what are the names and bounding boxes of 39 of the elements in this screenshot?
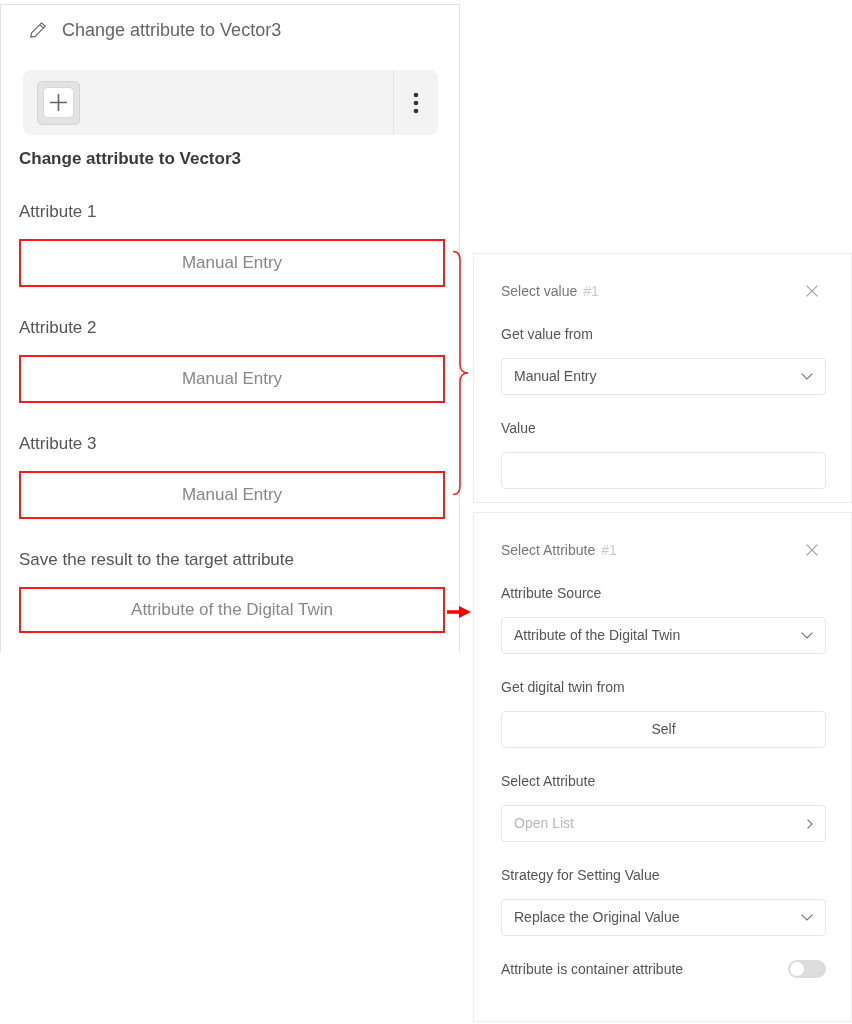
list-picker[interactable]: Open List — [501, 805, 826, 842]
close-icon — [806, 544, 818, 556]
value-source-button[interactable]: Manual Entry — [19, 355, 445, 403]
value-source-button[interactable]: Manual Entry — [19, 239, 445, 287]
target-attribute-button[interactable]: Attribute of the Digital Twin — [19, 587, 445, 633]
chevron-down-icon — [801, 373, 813, 380]
option-button[interactable]: Self — [501, 711, 826, 748]
panel-title: Select value — [501, 282, 578, 301]
block-title: Change attribute to Vector3 — [19, 148, 242, 170]
field-label: Get digital twin from — [501, 678, 626, 697]
text-input-field[interactable] — [501, 452, 826, 489]
toggle-switch[interactable] — [788, 960, 826, 978]
attribute-label: Attribute 1 — [19, 201, 98, 223]
close-icon — [806, 285, 818, 297]
value-source-button[interactable]: Manual Entry — [19, 471, 445, 519]
arrow-annotation — [447, 606, 471, 618]
toggle-label: Attribute is container attribute — [501, 960, 684, 979]
add-button[interactable] — [37, 80, 80, 125]
pencil-icon — [30, 22, 46, 38]
field-label: Value — [501, 419, 537, 438]
editor-title: Change attribute to Vector3 — [62, 19, 282, 42]
field-label: Select Attribute — [501, 772, 597, 791]
chevron-down-icon — [801, 914, 813, 921]
chevron-down-icon — [801, 632, 813, 639]
target-label: Save the result to the target attribute — [19, 549, 295, 571]
panel-title: Select Attribute — [501, 541, 596, 560]
vertical-dots-icon — [413, 91, 419, 114]
dropdown-select[interactable]: Manual Entry — [501, 358, 826, 395]
chevron-right-icon — [807, 818, 813, 829]
close-button[interactable] — [806, 544, 818, 556]
attribute-label: Attribute 3 — [19, 433, 98, 455]
field-label: Get value from — [501, 325, 594, 344]
field-label: Attribute Source — [501, 584, 603, 603]
close-button[interactable] — [806, 285, 818, 297]
plus-icon — [43, 87, 74, 118]
field-label: Strategy for Setting Value — [501, 866, 661, 885]
dropdown-select[interactable]: Replace the Original Value — [501, 899, 826, 936]
dropdown-select[interactable]: Attribute of the Digital Twin — [501, 617, 826, 654]
attribute-label: Attribute 2 — [19, 317, 98, 339]
